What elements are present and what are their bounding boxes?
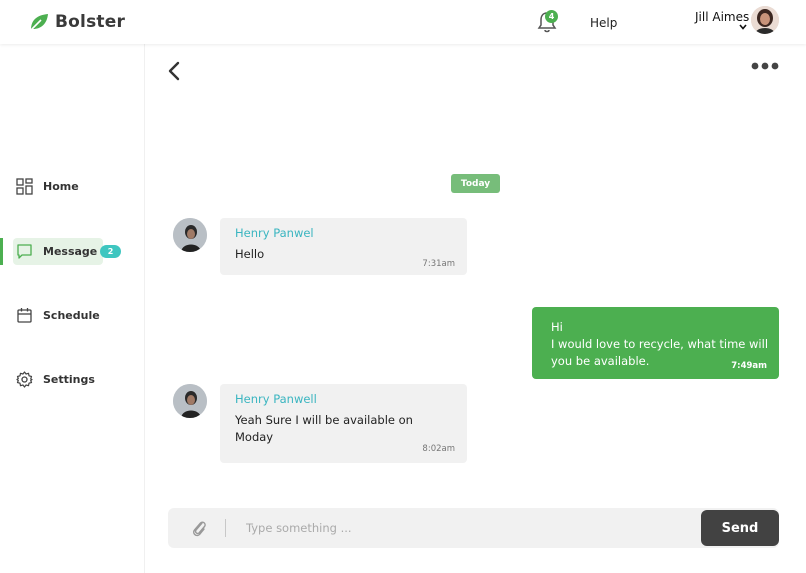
message-text: Hello [235, 246, 450, 263]
brand-name: Bolster [55, 12, 126, 32]
sidebar-item-message[interactable]: Message [13, 238, 104, 265]
sidebar-item-home[interactable]: Home [13, 173, 79, 200]
leaf-icon [30, 14, 48, 31]
paperclip-icon[interactable] [191, 518, 207, 538]
sidebar-item-label: Message [43, 245, 98, 258]
top-bar: Bolster 4 Help Jill Aimes [0, 0, 806, 44]
user-avatar-image [751, 6, 779, 34]
grid-icon [16, 178, 33, 195]
sidebar-item-schedule[interactable]: Schedule [13, 302, 100, 329]
composer-divider [225, 519, 226, 537]
sidebar-item-label: Home [43, 180, 79, 193]
more-options-icon[interactable] [750, 61, 780, 71]
brand-logo[interactable]: Bolster [29, 12, 125, 32]
message-bubble-incoming: Henry Panwel Hello 7:31am [220, 218, 467, 275]
message-time: 7:49am [731, 361, 767, 371]
message-count-badge: 2 [100, 245, 121, 258]
notification-count-badge: 4 [545, 10, 558, 23]
message-line: I would love to recycle, what time will [551, 337, 769, 351]
message-time: 7:31am [422, 259, 455, 269]
message-bubble-outgoing: Hi I would love to recycle, what time wi… [532, 307, 779, 379]
avatar[interactable] [173, 384, 207, 418]
message-sender: Henry Panwel [235, 226, 314, 240]
gear-icon [16, 371, 33, 388]
active-indicator [0, 238, 3, 265]
message-text: Yeah Sure I will be available on Moday [235, 412, 450, 446]
message-bubble-incoming: Henry Panwell Yeah Sure I will be availa… [220, 384, 467, 463]
avatar[interactable] [173, 218, 207, 252]
avatar-image [173, 218, 207, 252]
help-link[interactable]: Help [590, 16, 617, 30]
message-time: 8:02am [422, 444, 455, 454]
user-avatar[interactable] [751, 6, 779, 34]
message-input[interactable] [240, 516, 690, 540]
message-line: Moday [235, 430, 274, 444]
chat-icon [17, 244, 32, 259]
message-line: Yeah Sure I will be available on [235, 413, 413, 427]
message-line: Hello [235, 247, 265, 261]
avatar-image [173, 384, 207, 418]
sidebar-item-label: Schedule [43, 309, 100, 322]
user-name[interactable]: Jill Aimes [695, 10, 749, 24]
send-button[interactable]: Send [701, 510, 779, 546]
sidebar-item-settings[interactable]: Settings [13, 366, 95, 393]
message-line: Hi [551, 320, 563, 334]
message-sender: Henry Panwell [235, 392, 317, 406]
calendar-icon [17, 308, 32, 323]
back-arrow-icon[interactable] [167, 61, 181, 81]
date-chip: Today [451, 174, 500, 193]
chevron-down-icon[interactable] [739, 24, 747, 30]
sidebar-item-label: Settings [43, 373, 95, 386]
